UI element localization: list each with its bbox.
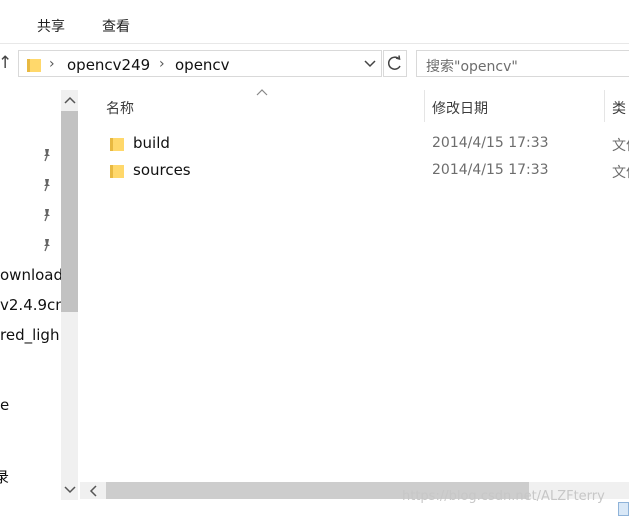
ribbon-divider (0, 43, 629, 44)
pin-icon[interactable] (40, 238, 54, 252)
chevron-down-icon[interactable] (62, 483, 78, 497)
chevron-up-icon[interactable] (62, 93, 78, 107)
file-row[interactable]: sources 2014/4/15 17:33 文件夹 (80, 158, 629, 184)
navigation-pane: ownload v2.4.9cm red_ligh e 录 (0, 90, 62, 500)
nav-item-opencv[interactable]: v2.4.9cm (0, 296, 62, 314)
pin-icon[interactable] (40, 178, 54, 192)
column-header-name[interactable]: 名称 (106, 98, 134, 118)
nav-scrollbar-thumb[interactable] (61, 111, 78, 312)
up-arrow-icon[interactable]: ↑ (0, 52, 12, 74)
file-date: 2014/4/15 17:33 (432, 162, 549, 178)
breadcrumb-chevron-icon[interactable]: › (49, 56, 55, 72)
address-bar[interactable]: › opencv249 › opencv (18, 50, 382, 77)
file-name: build (133, 134, 170, 152)
file-date: 2014/4/15 17:33 (432, 135, 549, 151)
column-divider[interactable] (424, 90, 425, 122)
tab-view[interactable]: 查看 (102, 16, 130, 36)
search-input[interactable]: 搜索"opencv" (416, 50, 629, 77)
file-row[interactable]: build 2014/4/15 17:33 文件夹 (80, 131, 629, 157)
tab-share[interactable]: 共享 (37, 16, 65, 36)
folder-icon (110, 165, 124, 178)
chevron-left-icon[interactable] (86, 483, 102, 499)
folder-icon (110, 138, 124, 151)
refresh-icon (387, 55, 401, 70)
sort-ascending-icon (256, 89, 268, 96)
file-type: 文件夹 (612, 138, 629, 154)
nav-item-record[interactable]: 录 (0, 466, 9, 487)
chevron-down-icon[interactable] (363, 56, 377, 72)
breadcrumb-item-opencv249[interactable]: opencv249 (67, 56, 150, 74)
nav-item-e[interactable]: e (0, 396, 9, 414)
pin-icon[interactable] (40, 208, 54, 222)
column-divider[interactable] (604, 90, 605, 122)
breadcrumb-item-opencv[interactable]: opencv (175, 56, 230, 74)
search-placeholder: 搜索"opencv" (426, 59, 518, 75)
column-header-type[interactable]: 类 (612, 98, 626, 118)
file-type: 文件夹 (612, 165, 629, 181)
breadcrumb-chevron-icon[interactable]: › (159, 56, 165, 72)
ribbon: 共享 查看 (0, 0, 629, 44)
folder-icon (27, 59, 41, 72)
watermark: https://blog.csdn.net/ALZFterry (402, 489, 605, 504)
refresh-button[interactable] (383, 50, 407, 77)
file-name: sources (133, 161, 191, 179)
view-toggle-button[interactable] (618, 502, 629, 516)
nav-item-download[interactable]: ownload (0, 266, 62, 284)
nav-item-red-light[interactable]: red_ligh (0, 326, 59, 344)
pin-icon[interactable] (40, 148, 54, 162)
column-header-date[interactable]: 修改日期 (432, 98, 488, 118)
